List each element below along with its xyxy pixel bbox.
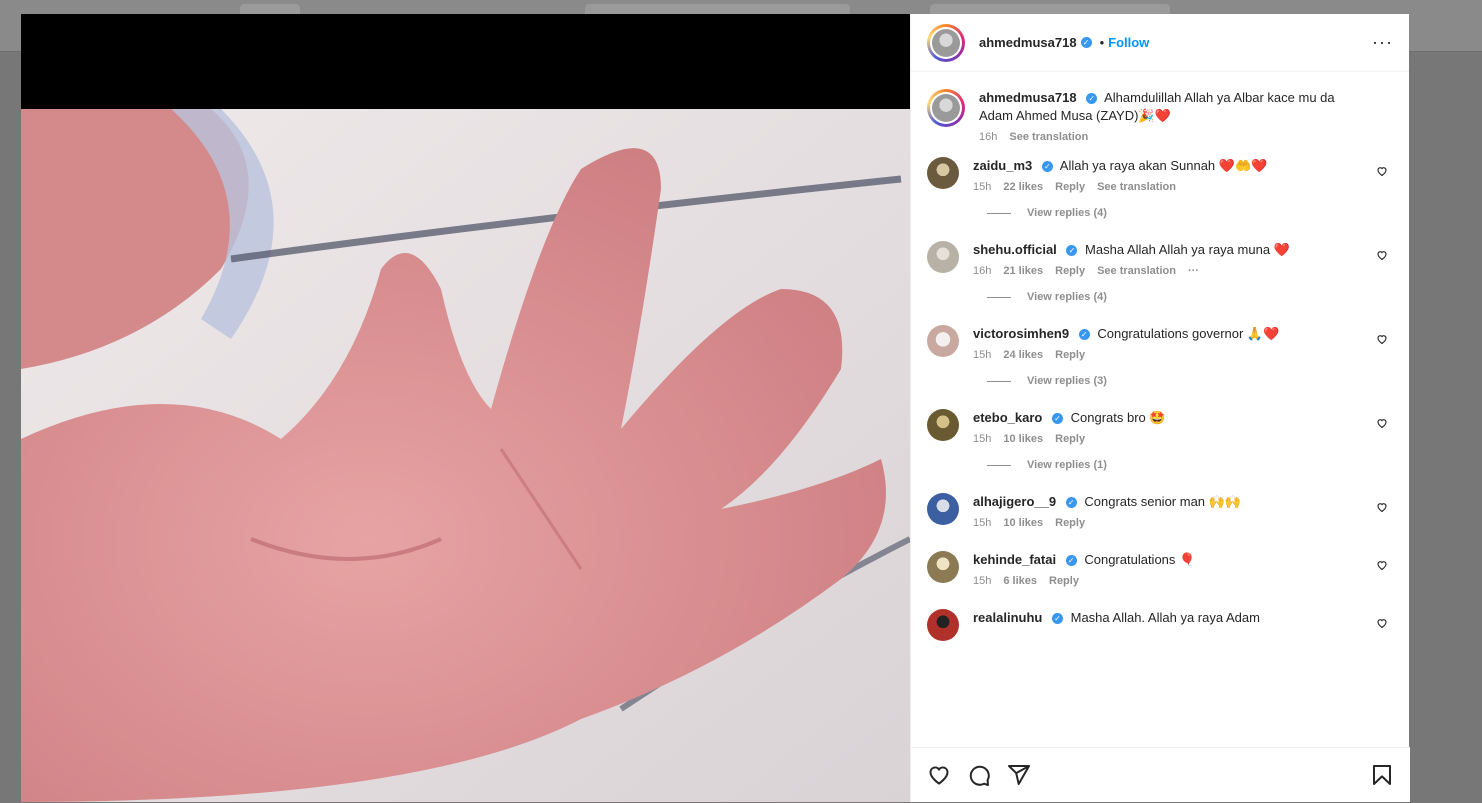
commenter-avatar[interactable] [927,241,959,273]
comment-time[interactable]: 16h [973,265,991,277]
like-comment-heart-icon[interactable] [1376,417,1388,429]
comment-likes[interactable]: 22 likes [1003,181,1043,193]
view-replies-label: View replies (4) [1027,291,1107,303]
comment-likes[interactable]: 10 likes [1003,517,1043,529]
commenter-avatar[interactable] [927,551,959,583]
comment-username[interactable]: zaidu_m3 [973,158,1032,173]
comment-options-icon[interactable]: ··· [1188,265,1199,277]
replies-divider [987,296,1011,298]
verified-badge-icon: ✓ [1080,37,1092,48]
commenter-avatar[interactable] [927,493,959,525]
comment-item: kehinde_fatai ✓ Congratulations 🎈 15h 6 … [927,551,1394,587]
comments-list[interactable]: ahmedmusa718 ✓ Alhamdulillah Allah ya Al… [911,73,1410,747]
verified-badge-icon: ✓ [1065,497,1077,509]
verified-badge-icon: ✓ [1052,413,1063,425]
comment-username[interactable]: kehinde_fatai [973,552,1056,567]
author-avatar[interactable] [927,23,965,62]
caption-username[interactable]: ahmedmusa718 [979,90,1077,105]
replies-divider [987,380,1011,382]
view-replies-button[interactable]: View replies (4) [987,291,1394,303]
comment-text: Masha Allah. Allah ya raya Adam [1070,610,1260,625]
view-replies-label: View replies (3) [1027,375,1107,387]
comment-username[interactable]: victorosimhen9 [973,326,1069,341]
like-comment-heart-icon[interactable] [1376,501,1388,513]
comment-likes[interactable]: 24 likes [1003,349,1043,361]
post-photo[interactable] [21,109,910,802]
like-comment-heart-icon[interactable] [1376,333,1388,345]
author-username[interactable]: ahmedmusa718 [979,35,1077,50]
comment-likes[interactable]: 6 likes [1003,575,1037,587]
separator-dot: • [1099,35,1105,50]
comment-time[interactable]: 15h [973,181,991,193]
verified-badge-icon: ✓ [1041,161,1053,173]
comment-likes[interactable]: 10 likes [1003,433,1043,445]
commenter-avatar[interactable] [927,409,959,441]
comment-text: Congratulations governor 🙏❤️ [1097,326,1280,341]
view-replies-button[interactable]: View replies (3) [987,375,1394,387]
comment-text: Allah ya raya akan Sunnah ❤️🤲❤️ [1059,158,1268,173]
comment-bubble-icon[interactable] [967,763,991,787]
view-replies-label: View replies (4) [1027,207,1107,219]
like-comment-heart-icon[interactable] [1376,165,1388,177]
see-translation-link[interactable]: See translation [1009,131,1088,143]
post-header: ahmedmusa718 ✓ • Follow ··· [911,14,1409,72]
reply-button[interactable]: Reply [1055,265,1085,277]
comment-item: etebo_karo ✓ Congrats bro 🤩 15h 10 likes… [927,409,1394,445]
reply-button[interactable]: Reply [1055,517,1085,529]
like-comment-heart-icon[interactable] [1376,559,1388,571]
post-media [21,14,910,802]
verified-badge-icon: ✓ [1065,555,1077,567]
commenter-avatar[interactable] [927,325,959,357]
verified-badge-icon: ✓ [1078,329,1090,341]
save-bookmark-icon[interactable] [1370,763,1394,787]
caption-avatar[interactable] [927,89,965,127]
like-heart-icon[interactable] [927,763,951,787]
comment-username[interactable]: realalinuhu [973,610,1042,625]
comment-time[interactable]: 15h [973,433,991,445]
comment-username[interactable]: shehu.official [973,242,1057,257]
comment-username[interactable]: etebo_karo [973,410,1042,425]
comment-likes[interactable]: 21 likes [1003,265,1043,277]
post-modal: ahmedmusa718 ✓ • Follow ··· ahmedmusa718… [21,14,1410,802]
caption-time[interactable]: 16h [979,131,997,143]
view-replies-label: View replies (1) [1027,459,1107,471]
verified-badge-icon: ✓ [1086,93,1098,105]
see-translation-link[interactable]: See translation [1097,265,1176,277]
comment-item: victorosimhen9 ✓ Congratulations governo… [927,325,1394,361]
like-comment-heart-icon[interactable] [1376,617,1388,629]
comment-text: Congrats senior man 🙌🙌 [1084,494,1242,509]
view-replies-button[interactable]: View replies (1) [987,459,1394,471]
like-comment-heart-icon[interactable] [1376,249,1388,261]
comment-time[interactable]: 15h [973,349,991,361]
comment-item: alhajigero__9 ✓ Congrats senior man 🙌🙌 1… [927,493,1394,529]
reply-button[interactable]: Reply [1055,181,1085,193]
comment-item: shehu.official ✓ Masha Allah Allah ya ra… [927,241,1394,277]
verified-badge-icon: ✓ [1066,245,1078,257]
verified-badge-icon: ✓ [1051,613,1063,625]
comment-text: Congrats bro 🤩 [1070,410,1166,425]
reply-button[interactable]: Reply [1055,433,1085,445]
see-translation-link[interactable]: See translation [1097,181,1176,193]
share-send-icon[interactable] [1007,763,1031,787]
follow-button[interactable]: Follow [1108,35,1149,50]
comment-time[interactable]: 15h [973,575,991,587]
comment-item: zaidu_m3 ✓ Allah ya raya akan Sunnah ❤️🤲… [927,157,1394,193]
comment-username[interactable]: alhajigero__9 [973,494,1056,509]
post-actions-bar [911,747,1410,802]
comment-item: realalinuhu ✓ Masha Allah. Allah ya raya… [927,609,1394,641]
commenter-avatar[interactable] [927,157,959,189]
more-options-icon[interactable]: ··· [1372,32,1393,53]
caption: ahmedmusa718 ✓ Alhamdulillah Allah ya Al… [927,89,1394,143]
comment-text: Congratulations 🎈 [1084,552,1196,567]
comment-text: Masha Allah Allah ya raya muna ❤️ [1085,242,1290,257]
commenter-avatar[interactable] [927,609,959,641]
reply-button[interactable]: Reply [1049,575,1079,587]
reply-button[interactable]: Reply [1055,349,1085,361]
comment-time[interactable]: 15h [973,517,991,529]
post-sidebar: ahmedmusa718 ✓ • Follow ··· ahmedmusa718… [910,14,1410,802]
replies-divider [987,212,1011,214]
view-replies-button[interactable]: View replies (4) [987,207,1394,219]
replies-divider [987,464,1011,466]
